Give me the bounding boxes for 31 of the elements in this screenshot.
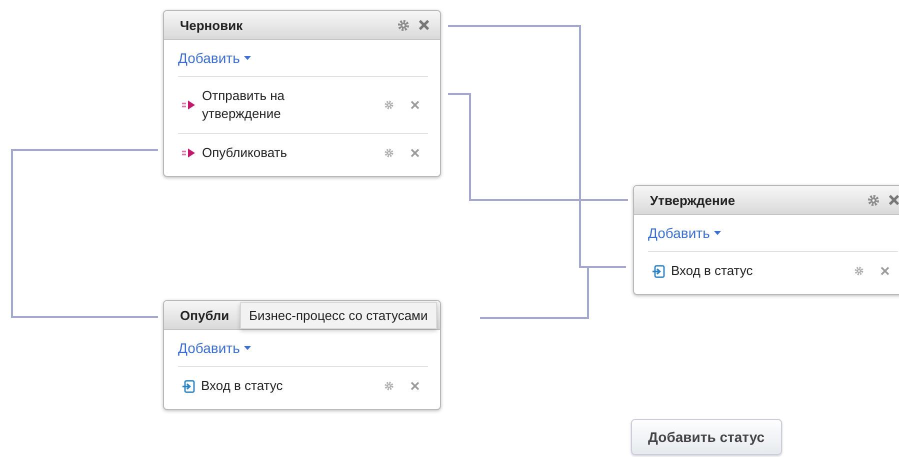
tooltip: Бизнес-процесс со статусами — [240, 302, 437, 329]
status-title: Опубли — [180, 308, 230, 322]
settings-icon[interactable] — [384, 381, 394, 391]
caret-icon — [244, 56, 251, 60]
entry-icon — [652, 264, 665, 278]
action-label[interactable]: Опубликовать — [202, 144, 288, 162]
status-title: Черновик — [180, 18, 243, 32]
add-status-button[interactable]: Добавить статус — [631, 419, 782, 455]
action-label[interactable]: Вход в статус — [201, 377, 283, 395]
caret-icon — [714, 231, 721, 235]
settings-icon[interactable] — [854, 266, 864, 276]
settings-icon[interactable] — [384, 100, 394, 110]
close-icon[interactable] — [410, 100, 420, 110]
settings-icon[interactable] — [397, 18, 410, 32]
status-title: Утверждение — [650, 192, 736, 208]
caret-icon — [244, 346, 251, 350]
action-label[interactable]: Вход в статус — [671, 262, 753, 280]
close-icon[interactable] — [418, 19, 430, 31]
close-icon[interactable] — [888, 194, 899, 206]
transition-icon — [182, 148, 196, 158]
add-link[interactable]: Добавить — [178, 340, 251, 356]
close-icon[interactable] — [880, 266, 890, 276]
close-icon[interactable] — [410, 381, 420, 391]
entry-icon — [182, 380, 195, 392]
add-link[interactable]: Добавить — [178, 50, 251, 66]
transition-icon — [182, 100, 196, 110]
add-link[interactable]: Добавить — [648, 225, 721, 241]
close-icon[interactable] — [410, 148, 420, 158]
settings-icon[interactable] — [867, 194, 880, 206]
settings-icon[interactable] — [384, 148, 394, 158]
action-label[interactable]: Отправить на утверждение — [202, 87, 320, 123]
